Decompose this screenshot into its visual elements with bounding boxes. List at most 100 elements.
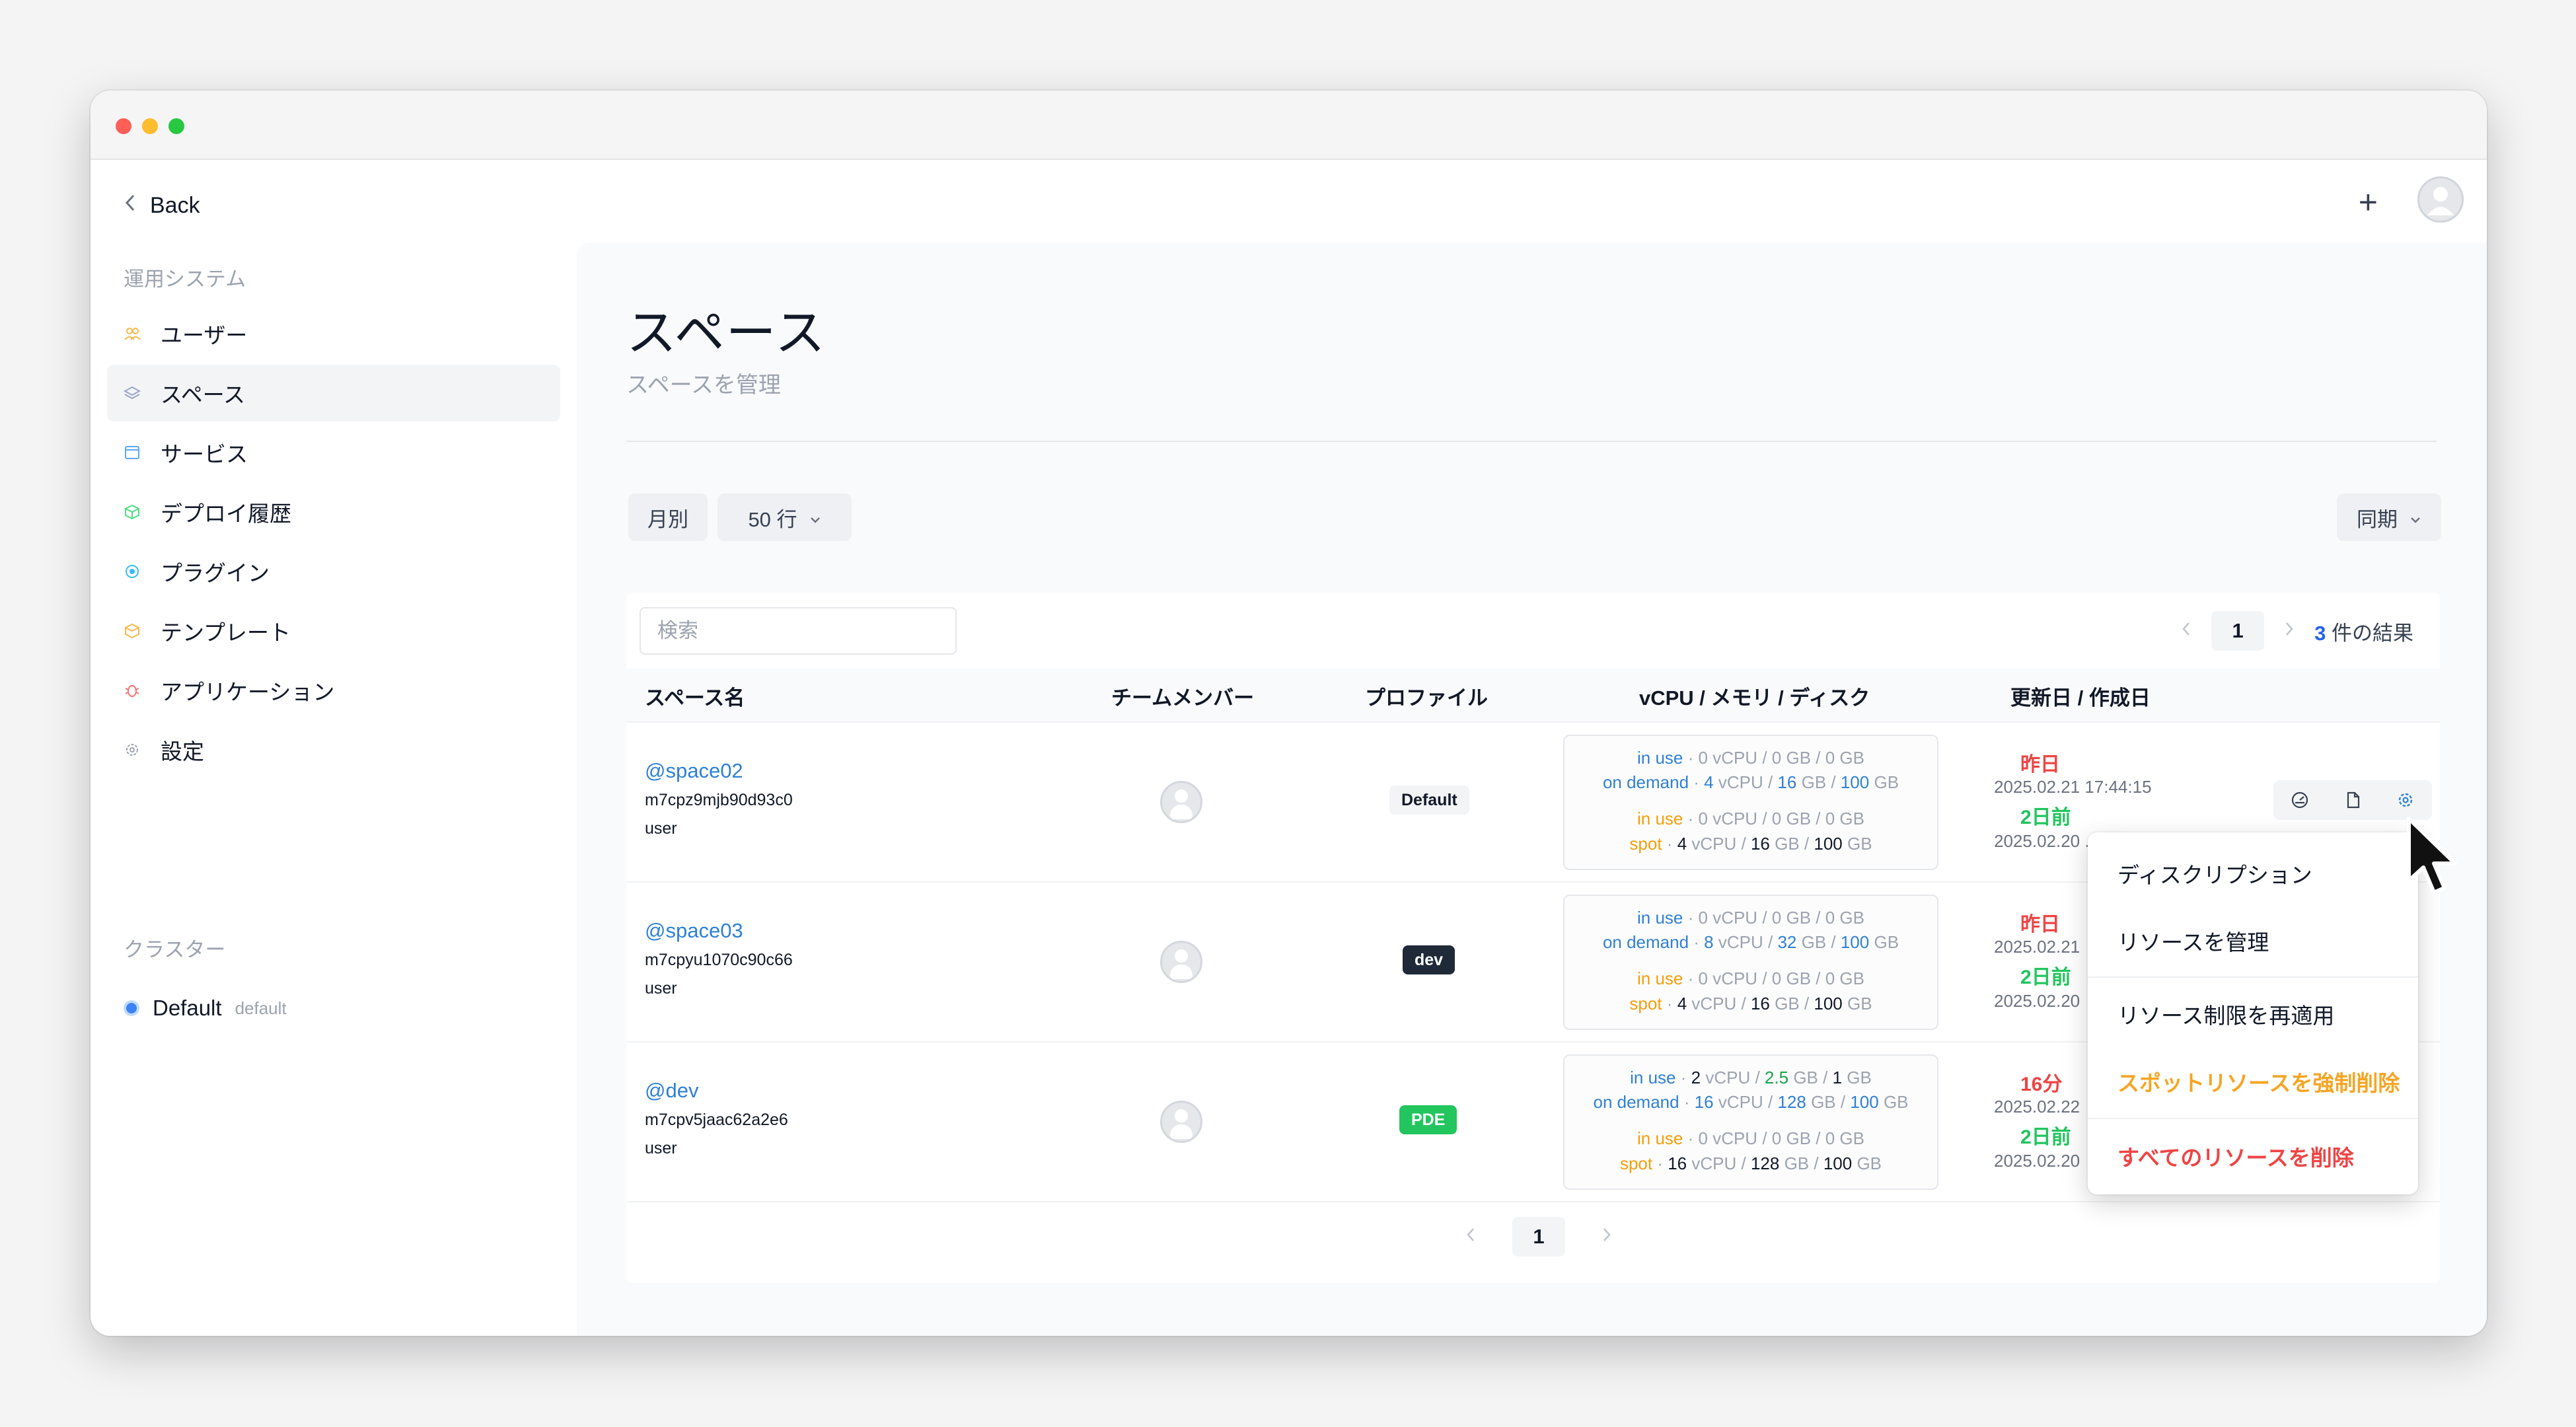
space-id: m7cpz9mjb90d93c0 xyxy=(645,791,793,809)
profile-badge: PDE xyxy=(1399,1105,1457,1134)
sidebar-item-plugins[interactable]: プラグイン xyxy=(107,543,560,600)
result-count: 3 件の結果 xyxy=(2314,616,2413,646)
dashboard-icon[interactable] xyxy=(2289,789,2311,811)
page-subtitle: スペースを管理 xyxy=(626,373,781,398)
mouse-cursor-icon xyxy=(2405,816,2464,902)
table-header: スペース名 チームメンバー プロファイル vCPU / メモリ / ディスク 更… xyxy=(626,669,2440,723)
sidebar-item-settings[interactable]: 設定 xyxy=(107,721,560,778)
cluster-item-default[interactable]: Default default xyxy=(124,996,287,1021)
created-relative: 2日前 xyxy=(2020,807,2071,828)
ondemand-line: on demand · 8 vCPU / 32 GB / 100 GB xyxy=(1602,932,1899,952)
resource-usage-box: in use · 0 vCPU / 0 GB / 0 GB on demand … xyxy=(1563,735,1938,870)
created-relative: 2日前 xyxy=(2020,1126,2071,1148)
result-count-suffix: 件の結果 xyxy=(2332,621,2413,645)
sidebar-item-services[interactable]: サービス xyxy=(107,424,560,481)
resource-usage-box: in use · 0 vCPU / 0 GB / 0 GB on demand … xyxy=(1563,895,1938,1030)
rows-select-label: 50 行 xyxy=(748,507,797,531)
column-header-members: チームメンバー xyxy=(1111,686,1255,710)
current-page-button[interactable]: 1 xyxy=(2211,611,2265,651)
page-title: スペース xyxy=(626,305,827,361)
maximize-window-button[interactable] xyxy=(168,118,184,134)
ondemand-inuse-line: in use · 0 vCPU / 0 GB / 0 GB xyxy=(1637,908,1864,928)
chevron-left-icon xyxy=(124,193,137,219)
space-name-link[interactable]: @dev xyxy=(645,1079,698,1103)
back-button[interactable]: Back xyxy=(124,193,200,219)
menu-item-reapply-limits[interactable]: リソース制限を再適用 xyxy=(2088,988,2418,1041)
sidebar-item-label: 設定 xyxy=(161,739,204,764)
row-actions xyxy=(2273,780,2432,820)
spot-line: spot · 16 vCPU / 128 GB / 100 GB xyxy=(1619,1153,1882,1173)
gear-icon xyxy=(124,741,141,758)
updated-absolute: 2025.02.21 xyxy=(1994,937,2080,957)
member-avatar[interactable] xyxy=(1160,781,1202,823)
space-user: user xyxy=(645,1139,677,1157)
updated-relative: 昨日 xyxy=(2020,914,2060,935)
pagination-bottom: 1 xyxy=(1465,1217,1612,1257)
next-page-icon[interactable] xyxy=(2284,619,2295,643)
updated-relative: 昨日 xyxy=(2020,754,2060,776)
prev-page-icon[interactable] xyxy=(1465,1225,1476,1249)
menu-item-delete-all[interactable]: すべてのリソースを削除 xyxy=(2088,1130,2418,1183)
settings-gear-icon[interactable] xyxy=(2394,789,2417,811)
resource-usage-box: in use · 2 vCPU / 2.5 GB / 1 GB on deman… xyxy=(1563,1054,1938,1190)
add-button[interactable]: + xyxy=(2359,183,2378,221)
user-avatar[interactable] xyxy=(2417,176,2464,223)
title-bar xyxy=(91,91,2487,160)
sidebar: Back 運用システム ユーザー スペース サービス デプロイ履歴 プラグイン … xyxy=(91,160,577,1336)
column-header-dates[interactable]: 更新日 / 作成日 xyxy=(2010,669,2151,723)
created-absolute: 2025.02.20 ... xyxy=(1994,831,2100,851)
next-page-icon[interactable] xyxy=(1601,1225,1612,1249)
space-name-link[interactable]: @space02 xyxy=(645,759,743,783)
profile-badge: dev xyxy=(1403,945,1455,974)
menu-item-manage-resources[interactable]: リソースを管理 xyxy=(2088,914,2418,967)
sidebar-item-templates[interactable]: テンプレート xyxy=(107,603,560,659)
updated-absolute: 2025.02.22 xyxy=(1994,1097,2080,1116)
menu-divider xyxy=(2088,1118,2418,1119)
created-absolute: 2025.02.20 xyxy=(1994,1151,2080,1171)
rows-select[interactable]: 50 行 xyxy=(718,494,852,541)
space-user: user xyxy=(645,819,677,838)
minimize-window-button[interactable] xyxy=(142,118,158,134)
search-input[interactable] xyxy=(640,607,957,655)
updated-absolute: 2025.02.21 17:44:15 xyxy=(1994,777,2152,797)
cluster-sub-label: default xyxy=(235,998,287,1018)
layers-icon xyxy=(124,384,141,402)
sidebar-item-label: プラグイン xyxy=(161,561,270,585)
section-title-cluster: クラスター xyxy=(124,938,226,961)
sidebar-item-deploy-history[interactable]: デプロイ履歴 xyxy=(107,484,560,540)
sync-label: 同期 xyxy=(2357,507,2398,531)
window-icon xyxy=(124,444,141,461)
prev-page-icon[interactable] xyxy=(2181,619,2191,643)
member-avatar[interactable] xyxy=(1160,1101,1202,1143)
close-window-button[interactable] xyxy=(116,118,131,134)
current-page-button[interactable]: 1 xyxy=(1512,1217,1565,1257)
menu-item-force-delete-spot[interactable]: スポットリソースを強制削除 xyxy=(2088,1055,2418,1108)
row-actions-menu: ディスクリプション リソースを管理 リソース制限を再適用 スポットリソースを強制… xyxy=(2088,832,2418,1194)
menu-item-description[interactable]: ディスクリプション xyxy=(2088,847,2418,900)
sidebar-item-applications[interactable]: アプリケーション xyxy=(107,662,560,719)
sidebar-item-spaces[interactable]: スペース xyxy=(107,365,560,421)
monthly-filter-button[interactable]: 月別 xyxy=(628,494,708,541)
sidebar-item-users[interactable]: ユーザー xyxy=(107,305,560,362)
document-icon[interactable] xyxy=(2341,789,2364,811)
sidebar-item-label: アプリケーション xyxy=(161,680,335,704)
profile-badge: Default xyxy=(1389,786,1469,815)
member-avatar[interactable] xyxy=(1160,941,1202,983)
spot-inuse-line: in use · 0 vCPU / 0 GB / 0 GB xyxy=(1637,809,1864,828)
updated-relative: 16分 xyxy=(2020,1074,2063,1095)
pagination-top: 1 3 件の結果 xyxy=(2181,607,2413,655)
space-name-link[interactable]: @space03 xyxy=(645,919,743,943)
spot-inuse-line: in use · 0 vCPU / 0 GB / 0 GB xyxy=(1637,1128,1864,1148)
space-id: m7cpv5jaac62a2e6 xyxy=(645,1111,788,1129)
sync-button[interactable]: 同期 xyxy=(2337,494,2441,541)
column-header-name[interactable]: スペース名 xyxy=(645,669,745,723)
back-label: Back xyxy=(150,193,200,218)
column-header-resources: vCPU / メモリ / ディスク xyxy=(1639,686,1870,710)
header-divider xyxy=(626,441,2437,442)
spot-inuse-line: in use · 0 vCPU / 0 GB / 0 GB xyxy=(1637,969,1864,988)
spot-line: spot · 4 vCPU / 16 GB / 100 GB xyxy=(1629,834,1872,854)
section-title-system: 運用システム xyxy=(124,268,246,291)
sidebar-item-label: テンプレート xyxy=(161,620,291,645)
ondemand-inuse-line: in use · 2 vCPU / 2.5 GB / 1 GB xyxy=(1630,1068,1872,1087)
menu-divider xyxy=(2088,976,2418,978)
